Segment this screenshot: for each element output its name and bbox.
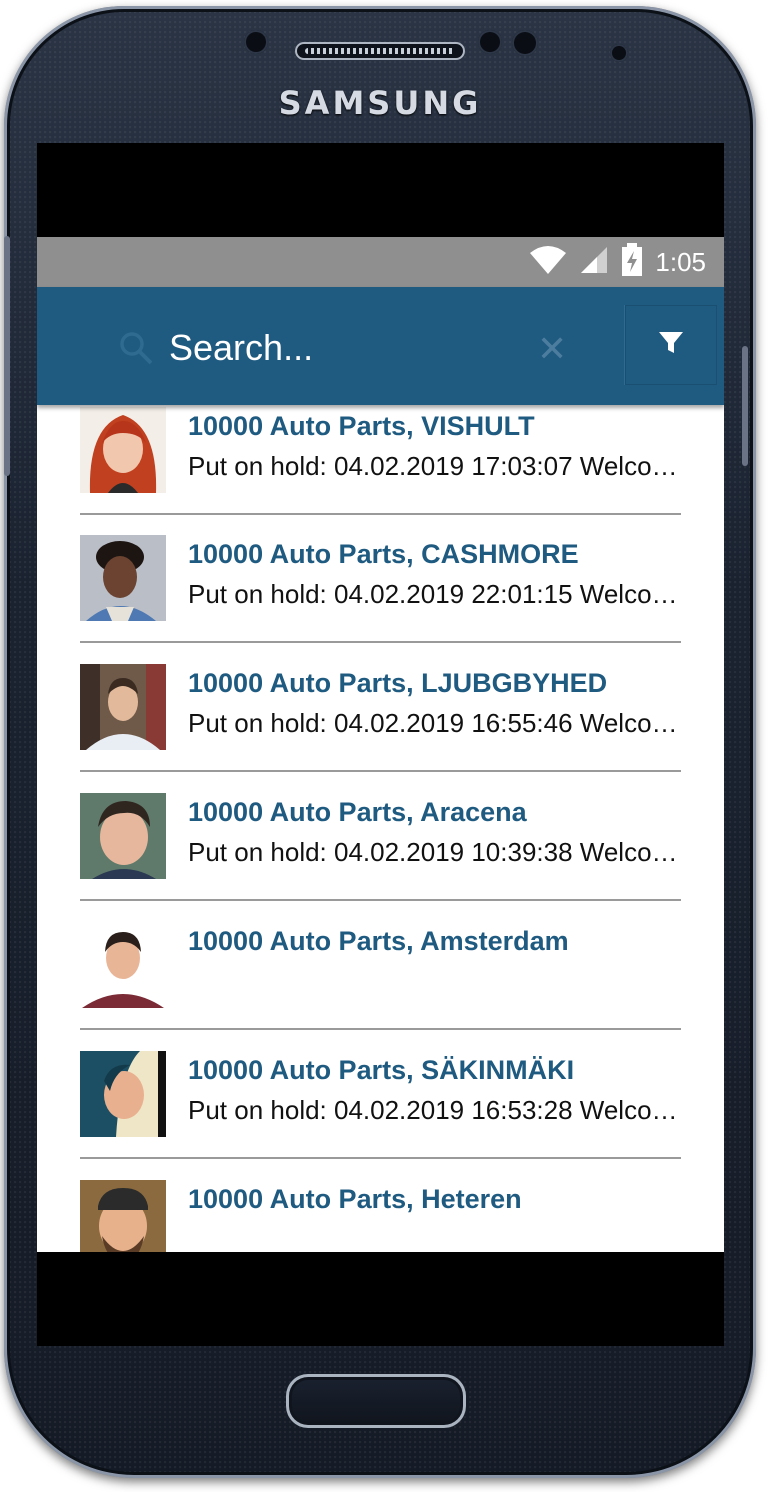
divider bbox=[80, 1028, 681, 1030]
list-item[interactable]: 10000 Auto Parts, LJUBGBYHED Put on hold… bbox=[80, 664, 681, 792]
contact-subtitle: Put on hold: 04.02.2019 17:03:07 Welcome bbox=[188, 451, 681, 481]
contact-subtitle: Put on hold: 04.02.2019 22:01:15 Welcome bbox=[188, 579, 681, 609]
divider bbox=[80, 899, 681, 901]
avatar bbox=[80, 1180, 166, 1252]
light-sensor bbox=[512, 30, 538, 56]
wifi-icon bbox=[529, 245, 567, 280]
earpiece-speaker bbox=[295, 42, 465, 60]
contact-subtitle: Put on hold: 04.02.2019 16:55:46 Welcome bbox=[188, 708, 681, 738]
power-button bbox=[742, 346, 748, 466]
home-button[interactable] bbox=[286, 1374, 466, 1428]
clear-search-icon[interactable]: ✕ bbox=[537, 331, 567, 367]
front-sensor bbox=[244, 30, 268, 54]
proximity-sensor bbox=[478, 30, 502, 54]
volume-button bbox=[4, 236, 10, 476]
list-item[interactable]: 10000 Auto Parts, Amsterdam bbox=[80, 922, 681, 1050]
list-item[interactable]: 10000 Auto Parts, SÄKINMÄKI Put on hold:… bbox=[80, 1051, 681, 1179]
contact-title: 10000 Auto Parts, Aracena bbox=[188, 797, 527, 827]
front-camera bbox=[610, 44, 628, 62]
status-bar: 1:05 bbox=[37, 237, 724, 287]
contact-title: 10000 Auto Parts, LJUBGBYHED bbox=[188, 668, 608, 698]
filter-icon bbox=[658, 331, 684, 360]
status-time: 1:05 bbox=[655, 246, 706, 277]
divider bbox=[80, 513, 681, 515]
avatar bbox=[80, 664, 166, 750]
phone-frame: SAMSUNG 1:05 ✕ bbox=[4, 6, 756, 1478]
brand-logo: SAMSUNG bbox=[278, 84, 482, 122]
avatar bbox=[80, 407, 166, 493]
divider bbox=[80, 1157, 681, 1159]
avatar bbox=[80, 793, 166, 879]
contact-title: 10000 Auto Parts, SÄKINMÄKI bbox=[188, 1055, 575, 1085]
contact-title: 10000 Auto Parts, CASHMORE bbox=[188, 539, 579, 569]
avatar bbox=[80, 922, 166, 1008]
list-item[interactable]: 10000 Auto Parts, VISHULT Put on hold: 0… bbox=[80, 407, 681, 535]
contact-subtitle: Put on hold: 04.02.2019 16:53:28 Welcome bbox=[188, 1095, 681, 1125]
contact-subtitle: Put on hold: 04.02.2019 10:39:38 Welcome bbox=[188, 837, 681, 867]
divider bbox=[80, 641, 681, 643]
list-item[interactable]: 10000 Auto Parts, Aracena Put on hold: 0… bbox=[80, 793, 681, 921]
list-item[interactable]: 10000 Auto Parts, CASHMORE Put on hold: … bbox=[80, 535, 681, 663]
screen-bottom-area bbox=[37, 1252, 724, 1346]
battery-charging-icon bbox=[621, 242, 643, 282]
contact-title: 10000 Auto Parts, VISHULT bbox=[188, 411, 535, 441]
avatar bbox=[80, 1051, 166, 1137]
list-item[interactable]: 10000 Auto Parts, Heteren bbox=[80, 1180, 681, 1252]
divider bbox=[80, 770, 681, 772]
signal-icon bbox=[579, 245, 609, 280]
contact-list: 10000 Auto Parts, VISHULT Put on hold: 0… bbox=[37, 405, 724, 1252]
filter-button[interactable] bbox=[624, 305, 717, 385]
contact-title: 10000 Auto Parts, Amsterdam bbox=[188, 926, 569, 956]
search-input[interactable] bbox=[167, 325, 531, 371]
app-bar: ✕ bbox=[37, 287, 724, 405]
search-icon bbox=[119, 331, 153, 370]
contact-title: 10000 Auto Parts, Heteren bbox=[188, 1184, 522, 1214]
screen: 1:05 ✕ 10000 Auto Parts, VISHULT Put on bbox=[37, 143, 724, 1346]
avatar bbox=[80, 535, 166, 621]
